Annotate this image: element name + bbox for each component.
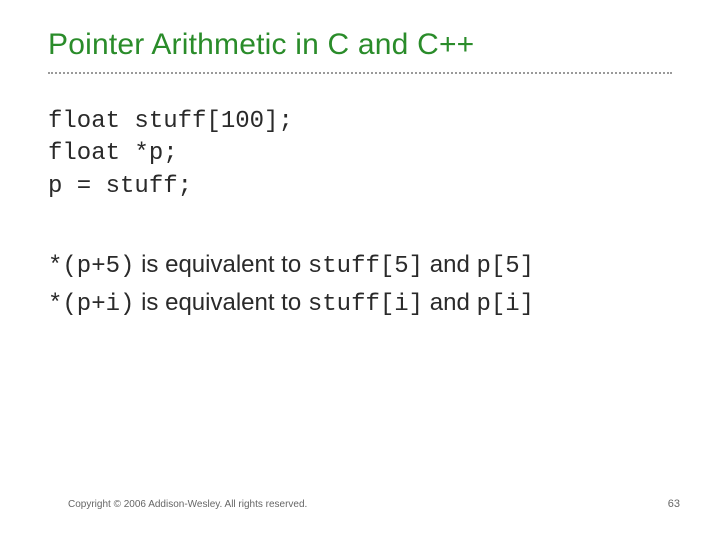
footer: Copyright © 2006 Addison-Wesley. All rig… [68,498,680,510]
code-block: float stuff[100]; float *p; p = stuff; [48,106,672,203]
equiv-lhs: *(p+5) [48,253,134,280]
code-line-1: float stuff[100]; [48,108,293,135]
page-number: 63 [668,498,680,510]
equivalence-block: *(p+5) is equivalent to stuff[5] and p[5… [48,247,672,323]
equiv-row-2: *(p+i) is equivalent to stuff[i] and p[i… [48,285,672,323]
equiv-rhs1: stuff[5] [308,253,423,280]
code-line-3: p = stuff; [48,173,192,200]
equiv-rhs2: p[5] [476,253,534,280]
equiv-row-1: *(p+5) is equivalent to stuff[5] and p[5… [48,247,672,285]
equiv-mid: is equivalent to [134,251,307,278]
equiv-rhs2: p[i] [476,291,534,318]
equiv-and: and [423,289,476,316]
title-separator [48,72,672,74]
page-title: Pointer Arithmetic in C and C++ [48,28,672,62]
code-line-2: float *p; [48,140,178,167]
equiv-and: and [423,251,476,278]
equiv-mid: is equivalent to [134,289,307,316]
slide: Pointer Arithmetic in C and C++ float st… [0,0,720,540]
equiv-rhs1: stuff[i] [308,291,423,318]
equiv-lhs: *(p+i) [48,291,134,318]
copyright-text: Copyright © 2006 Addison-Wesley. All rig… [68,499,307,510]
